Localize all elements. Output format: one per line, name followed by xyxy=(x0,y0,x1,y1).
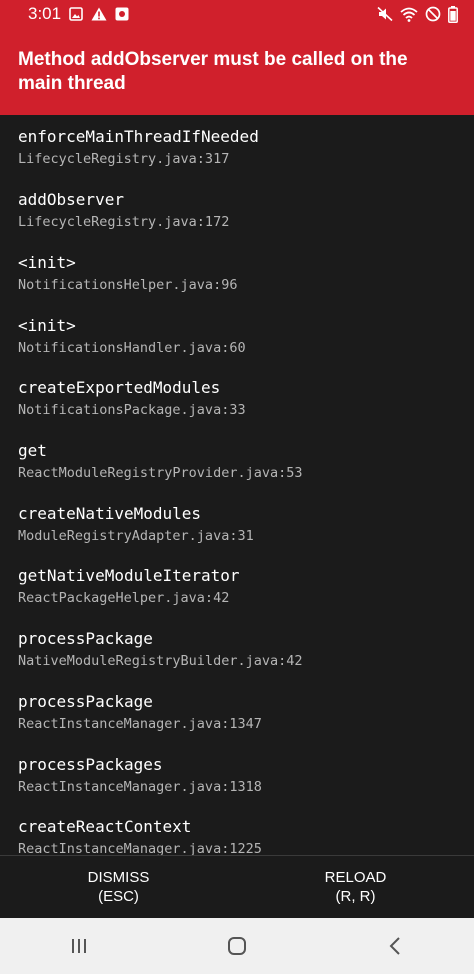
frame-location: ReactModuleRegistryProvider.java:53 xyxy=(18,465,303,481)
system-nav-bar xyxy=(0,918,474,974)
stack-frame[interactable]: <init> NotificationsHelper.java:96 xyxy=(18,253,458,294)
frame-method: addObserver xyxy=(18,190,124,209)
stack-frame[interactable]: createNativeModules ModuleRegistryAdapte… xyxy=(18,504,458,545)
stack-trace-list[interactable]: enforceMainThreadIfNeeded LifecycleRegis… xyxy=(0,115,474,855)
warning-icon xyxy=(91,7,107,21)
frame-method: createNativeModules xyxy=(18,504,202,523)
stack-frame[interactable]: processPackages ReactInstanceManager.jav… xyxy=(18,755,458,796)
frame-method: createReactContext xyxy=(18,817,192,836)
frame-method: createExportedModules xyxy=(18,378,221,397)
frame-location: NativeModuleRegistryBuilder.java:42 xyxy=(18,653,303,669)
reload-shortcut: (R, R) xyxy=(335,888,376,905)
mute-icon xyxy=(377,6,393,22)
frame-method: <init> xyxy=(18,253,76,272)
stack-frame[interactable]: getNativeModuleIterator ReactPackageHelp… xyxy=(18,566,458,607)
stack-frame[interactable]: createReactContext ReactInstanceManager.… xyxy=(18,817,458,855)
error-title: Method addObserver must be called on the… xyxy=(18,49,408,94)
frame-location: NotificationsHandler.java:60 xyxy=(18,340,246,356)
stack-frame[interactable]: addObserver LifecycleRegistry.java:172 xyxy=(18,190,458,231)
stack-frame[interactable]: enforceMainThreadIfNeeded LifecycleRegis… xyxy=(18,127,458,168)
dismiss-shortcut: (ESC) xyxy=(98,888,139,905)
action-bar: DISMISS (ESC) RELOAD (R, R) xyxy=(0,856,474,918)
frame-location: ReactInstanceManager.java:1225 xyxy=(18,841,262,855)
frame-method: enforceMainThreadIfNeeded xyxy=(18,127,259,146)
frame-method: processPackage xyxy=(18,692,153,711)
frame-method: processPackage xyxy=(18,629,153,648)
stack-frame[interactable]: processPackage NativeModuleRegistryBuild… xyxy=(18,629,458,670)
recent-apps-icon xyxy=(70,937,88,955)
back-icon xyxy=(387,936,403,956)
frame-method: <init> xyxy=(18,316,76,335)
dismiss-label: DISMISS xyxy=(87,869,150,886)
home-button[interactable] xyxy=(207,926,267,966)
stack-frame[interactable]: get ReactModuleRegistryProvider.java:53 xyxy=(18,441,458,482)
frame-method: getNativeModuleIterator xyxy=(18,566,240,585)
status-bar: 3:01 xyxy=(0,0,474,28)
stack-frame[interactable]: createExportedModules NotificationsPacka… xyxy=(18,378,458,419)
reload-label: RELOAD xyxy=(324,869,387,886)
frame-method: get xyxy=(18,441,47,460)
status-bar-left: 3:01 xyxy=(28,4,129,24)
home-icon xyxy=(226,935,248,957)
frame-location: ReactInstanceManager.java:1347 xyxy=(18,716,262,732)
stack-frame[interactable]: processPackage ReactInstanceManager.java… xyxy=(18,692,458,733)
frame-method: processPackages xyxy=(18,755,163,774)
error-header: Method addObserver must be called on the… xyxy=(0,28,474,115)
battery-icon xyxy=(448,5,458,23)
frame-location: NotificationsHelper.java:96 xyxy=(18,277,238,293)
frame-location: ReactPackageHelper.java:42 xyxy=(18,590,230,606)
status-bar-right xyxy=(377,5,458,23)
reload-button[interactable]: RELOAD (R, R) xyxy=(237,856,474,918)
app-notification-icon xyxy=(115,7,129,21)
frame-location: ReactInstanceManager.java:1318 xyxy=(18,779,262,795)
image-notification-icon xyxy=(69,7,83,21)
dismiss-button[interactable]: DISMISS (ESC) xyxy=(0,856,237,918)
frame-location: NotificationsPackage.java:33 xyxy=(18,402,246,418)
stack-frame[interactable]: <init> NotificationsHandler.java:60 xyxy=(18,316,458,357)
frame-location: ModuleRegistryAdapter.java:31 xyxy=(18,528,254,544)
status-time: 3:01 xyxy=(28,4,62,23)
frame-location: LifecycleRegistry.java:172 xyxy=(18,214,230,230)
frame-location: LifecycleRegistry.java:317 xyxy=(18,151,230,167)
do-not-disturb-icon xyxy=(425,6,441,22)
back-button[interactable] xyxy=(365,926,425,966)
wifi-icon xyxy=(400,7,418,22)
recent-apps-button[interactable] xyxy=(49,926,109,966)
